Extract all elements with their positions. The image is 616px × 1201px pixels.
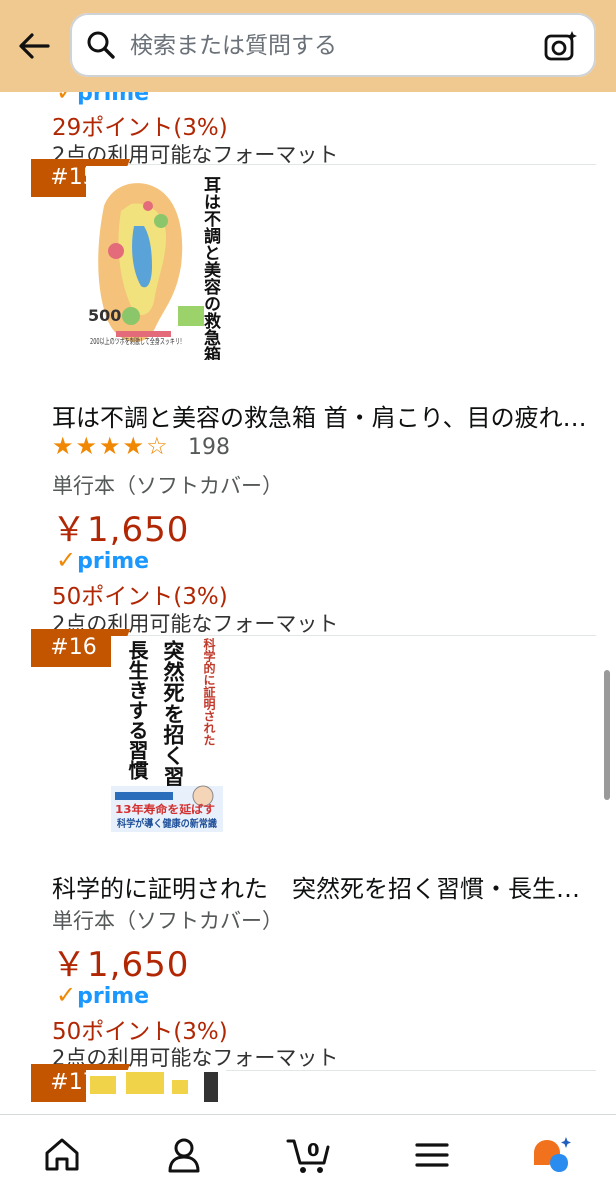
camera-lens-icon[interactable] — [544, 30, 578, 62]
rank-badge: #16 — [31, 629, 130, 667]
book-cover-band2: 科学が導く健康の新常識 — [117, 817, 217, 830]
price-text: ￥1,650 — [52, 510, 190, 550]
search-input[interactable] — [128, 27, 532, 65]
rufus-assistant-icon[interactable] — [530, 1135, 574, 1175]
top-header — [0, 0, 616, 92]
cart-icon[interactable]: 0 — [286, 1135, 332, 1175]
cart-count: 0 — [307, 1140, 320, 1161]
book-cover-image[interactable]: 500 耳は不調と美容の救急箱 200以上のツボを刺激して全身スッキリ! — [86, 166, 226, 360]
scrollbar[interactable] — [604, 670, 610, 800]
book-cover-subtitle: 200以上のツボを刺激して全身スッキリ! — [90, 336, 182, 346]
bottom-navigation: 0 — [0, 1114, 616, 1201]
star-rating[interactable]: ★★★★☆ — [52, 432, 170, 460]
points-text: 50ポイント(3%) — [52, 584, 228, 610]
book-cover-image[interactable] — [86, 1070, 226, 1112]
points-text: 50ポイント(3%) — [52, 1019, 228, 1045]
book-cover-title-a: 突然死を招く習慣 — [161, 639, 186, 809]
binding-format: 単行本（ソフトカバー） — [52, 474, 283, 498]
menu-icon[interactable] — [412, 1135, 452, 1175]
binding-format: 単行本（ソフトカバー） — [52, 909, 283, 933]
book-cover-title-b: 長生きする習慣 — [125, 640, 149, 781]
product-title-link[interactable]: 耳は不調と美容の救急箱 首・肩こり、目の疲れ… — [52, 398, 592, 433]
points-text: 29ポイント(3%) — [52, 115, 228, 141]
back-arrow-icon[interactable] — [14, 26, 54, 66]
search-bar[interactable] — [70, 13, 596, 77]
book-cover-band: 13年寿命を延ばす — [115, 802, 215, 816]
home-icon[interactable] — [42, 1135, 82, 1175]
review-count[interactable]: 198 — [188, 435, 230, 460]
prime-badge: ✓prime — [56, 546, 150, 574]
book-cover-image[interactable]: 科学的に証明された 突然死を招く習慣 長生きする習慣 13年寿命を延ばす 科学が… — [111, 636, 223, 832]
price-text: ￥1,650 — [52, 945, 190, 985]
search-icon — [87, 31, 115, 59]
prime-badge: ✓prime — [56, 92, 150, 106]
book-cover-title: 耳は不調と美容の救急箱 — [200, 176, 221, 360]
svg-text:500: 500 — [88, 306, 121, 325]
product-title-link[interactable]: 科学的に証明された 突然死を招く習慣・長生き… — [52, 869, 592, 904]
prime-badge: ✓prime — [56, 981, 150, 1009]
search-results-list: ✓prime 29ポイント(3%) 2点の利用可能なフォーマット #15 500… — [0, 92, 616, 1112]
account-icon[interactable] — [164, 1135, 204, 1175]
book-cover-top: 科学的に証明された — [202, 637, 216, 746]
